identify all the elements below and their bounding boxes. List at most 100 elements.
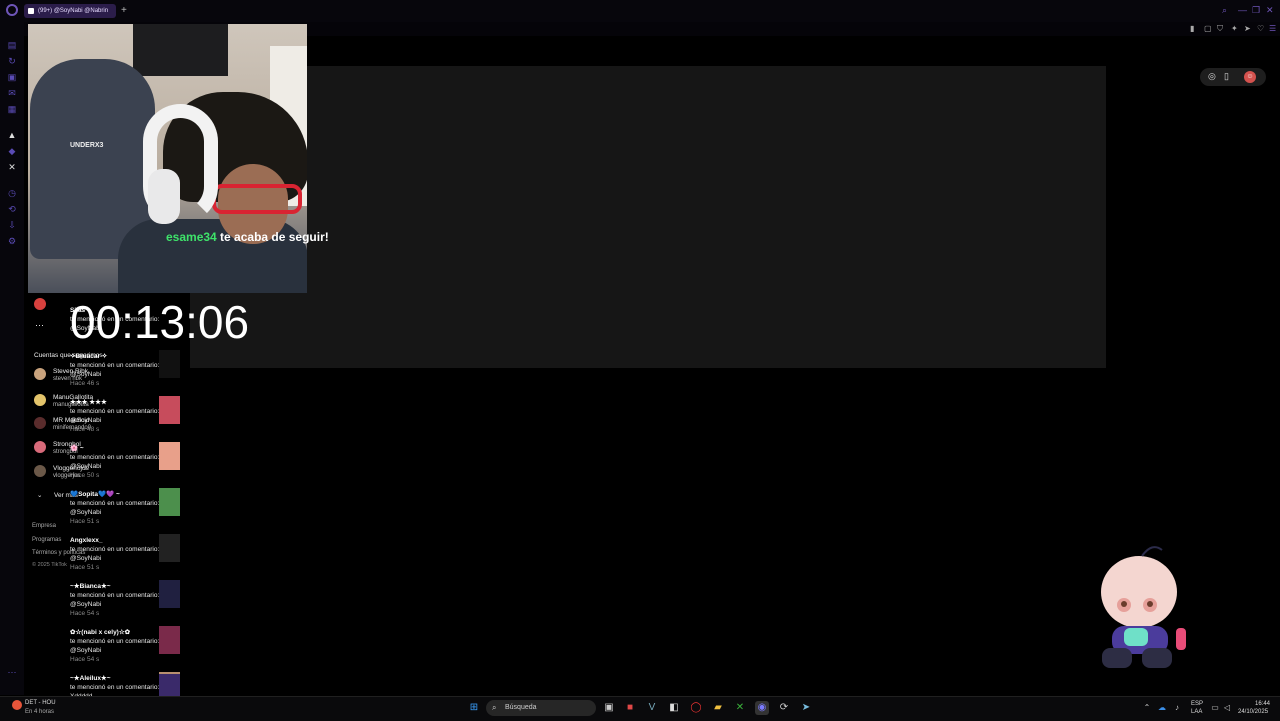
reload-icon[interactable]: ↻ xyxy=(7,56,17,66)
tray-chevron-icon[interactable]: ⌃ xyxy=(1140,701,1154,715)
list-item[interactable]: ManuGallotita manugallotita xyxy=(34,394,93,408)
notification-text: te mencionó en un comentario: @SoyNabi xyxy=(70,592,160,608)
menu-icon[interactable]: ☰ xyxy=(1269,24,1276,33)
list-item[interactable]: MR Mauricio minifernando0 xyxy=(34,417,91,431)
mic-icon[interactable]: ♪ xyxy=(1170,701,1184,715)
avatar[interactable]: ☺ xyxy=(1244,71,1256,83)
shield-icon[interactable]: ⛉ xyxy=(1217,24,1223,34)
notification-user: Angxlexx_ xyxy=(70,537,103,544)
arc-icon[interactable]: ▲ xyxy=(7,130,17,140)
list-item[interactable]: 🌸 ~ te mencionó en un comentario: @SoyNab… xyxy=(70,444,162,480)
video-panel xyxy=(190,66,1106,368)
footer-link[interactable]: Programas xyxy=(32,537,61,543)
footer-link[interactable]: Empresa xyxy=(32,523,56,529)
tab-title: (99+) @SoyNabi @Nabrin xyxy=(38,8,109,14)
chair-brand: UNDERX3 xyxy=(70,142,104,149)
history-icon[interactable]: ⟲ xyxy=(7,204,17,214)
follow-username: esame34 xyxy=(166,230,217,244)
clock-time[interactable]: 16:44 xyxy=(1255,701,1270,707)
app-icon-3[interactable]: ◧ xyxy=(667,701,681,715)
app-icon-4[interactable]: ⟳ xyxy=(777,701,791,715)
search-icon: ⌕ xyxy=(492,703,497,712)
tiktok-tab-icon xyxy=(28,8,34,14)
list-item[interactable]: ✿☆(nabi x cely)☆✿ te mencionó en un comen… xyxy=(70,628,162,664)
weather-sub: En 4 horas xyxy=(25,709,55,715)
list-item[interactable]: ★★★ ★★★ te mencionó en un comentario: @So… xyxy=(70,398,162,434)
download-icon[interactable]: ⇩ xyxy=(7,220,17,230)
volume-icon[interactable]: ◁ xyxy=(1220,701,1234,715)
mail-icon[interactable]: ✉ xyxy=(7,88,17,98)
minimize-button[interactable]: — xyxy=(1238,5,1247,15)
notification-user: 🌸 ~ xyxy=(70,445,84,452)
task-view-icon[interactable]: ▣ xyxy=(602,701,616,715)
more-options-icon[interactable]: ⋯ xyxy=(35,320,44,331)
video-thumbnail[interactable] xyxy=(159,442,180,470)
search-placeholder: Búsqueda xyxy=(505,704,537,711)
notification-text: te mencionó en un comentario: @SoyNabi xyxy=(70,454,160,470)
browser-sidebar: ▤ ↻ ▣ ✉ ▦ ▲ ◆ ✕ ◷ ⟲ ⇩ ⚙ ⋯ xyxy=(0,22,24,695)
settings-icon[interactable]: ⚙ xyxy=(7,236,17,246)
taskbar-search[interactable]: ⌕ Búsqueda xyxy=(486,700,596,716)
video-thumbnail[interactable] xyxy=(159,396,180,424)
excel-icon[interactable]: ✕ xyxy=(733,701,747,715)
workspaces-icon[interactable]: ▤ xyxy=(7,40,17,50)
clock-icon[interactable]: ◷ xyxy=(7,188,17,198)
list-item[interactable]: ✧Bruacar ✧ te mencionó en un comentario: … xyxy=(70,352,162,388)
notification-time: Hace 50 s xyxy=(70,472,100,479)
list-item[interactable]: Strongbol strongbol xyxy=(34,441,81,455)
list-item[interactable]: 💙Sopita💙💜 ~ te mencionó en un comentario:… xyxy=(70,490,162,526)
app-icon-2[interactable]: V xyxy=(645,701,659,715)
steam-icon[interactable]: ➤ xyxy=(799,701,813,715)
phone-icon[interactable]: ▯ xyxy=(1224,71,1229,82)
notification-text: te mencionó en un comentario: @SoyNabi xyxy=(70,638,160,654)
notification-user: ~★Bianca★~ xyxy=(70,583,111,590)
screenshot-icon[interactable]: ▢ xyxy=(1204,24,1212,33)
tab-active[interactable]: (99+) @SoyNabi @Nabrin xyxy=(24,4,116,18)
list-item[interactable]: Steven Ribk steven ribk xyxy=(34,368,88,382)
profile-avatar[interactable] xyxy=(34,298,46,310)
video-thumbnail[interactable] xyxy=(159,580,180,608)
x-icon[interactable]: ✕ xyxy=(7,162,17,172)
list-item[interactable]: ~★Bianca★~ te mencionó en un comentario: … xyxy=(70,582,162,618)
notification-time: Hace 51 s xyxy=(70,518,100,525)
notification-user: ★★★ ★★★ xyxy=(70,399,107,406)
video-thumbnail[interactable] xyxy=(159,350,180,378)
chevron-down-icon[interactable]: ⌄ xyxy=(37,491,42,499)
messenger-icon[interactable]: ◆ xyxy=(7,146,17,156)
copyright: © 2025 TikTok xyxy=(32,562,67,568)
clock-date: 24/10/2025 xyxy=(1238,709,1269,715)
list-item[interactable]: Angxlexx_ te mencionó en un comentario: @… xyxy=(70,536,162,572)
bookmark-icon[interactable]: ▮ xyxy=(1190,24,1194,33)
app-icon-1[interactable]: ■ xyxy=(623,701,637,715)
more-icon[interactable]: ⋯ xyxy=(7,667,17,677)
search-tabs-icon[interactable]: ⌕ xyxy=(1222,5,1227,16)
cloud-icon[interactable]: ☁ xyxy=(1155,701,1169,715)
video-thumbnail[interactable] xyxy=(159,488,180,516)
new-tab-button[interactable]: + xyxy=(121,4,127,18)
taskbar xyxy=(0,696,1280,721)
folder-icon[interactable]: ▰ xyxy=(711,701,725,715)
compass-icon[interactable]: ◎ xyxy=(1208,71,1216,82)
opera-icon[interactable]: ◯ xyxy=(689,701,703,715)
calendar-icon[interactable]: ▦ xyxy=(7,104,17,114)
follow-text: te acaba de seguir! xyxy=(216,230,329,244)
follow-alert: esame34 te acaba de seguir! xyxy=(166,230,329,244)
weather-label[interactable]: DET - HOU xyxy=(25,700,56,706)
notification-time: Hace 51 s xyxy=(70,564,100,571)
bag-icon[interactable]: ▣ xyxy=(7,72,17,82)
send-icon[interactable]: ➤ xyxy=(1244,24,1251,33)
list-item[interactable]: Vloggeriojos vloggerjos xyxy=(34,465,89,479)
mascot-sticker xyxy=(1101,546,1186,668)
weather-icon xyxy=(12,700,22,710)
extensions-icon[interactable]: ✦ xyxy=(1231,24,1238,33)
discord-icon[interactable]: ◉ xyxy=(755,701,769,715)
heart-icon[interactable]: ♡ xyxy=(1257,24,1264,33)
browser-logo-icon[interactable] xyxy=(6,4,18,16)
maximize-button[interactable]: ❐ xyxy=(1252,5,1260,16)
windows-start-icon[interactable]: ⊞ xyxy=(467,701,481,715)
lang-top[interactable]: ESP xyxy=(1191,701,1203,707)
notification-user: 💙Sopita💙💜 ~ xyxy=(70,491,120,498)
video-thumbnail[interactable] xyxy=(159,534,180,562)
video-thumbnail[interactable] xyxy=(159,626,180,654)
close-button[interactable]: ✕ xyxy=(1266,5,1274,16)
